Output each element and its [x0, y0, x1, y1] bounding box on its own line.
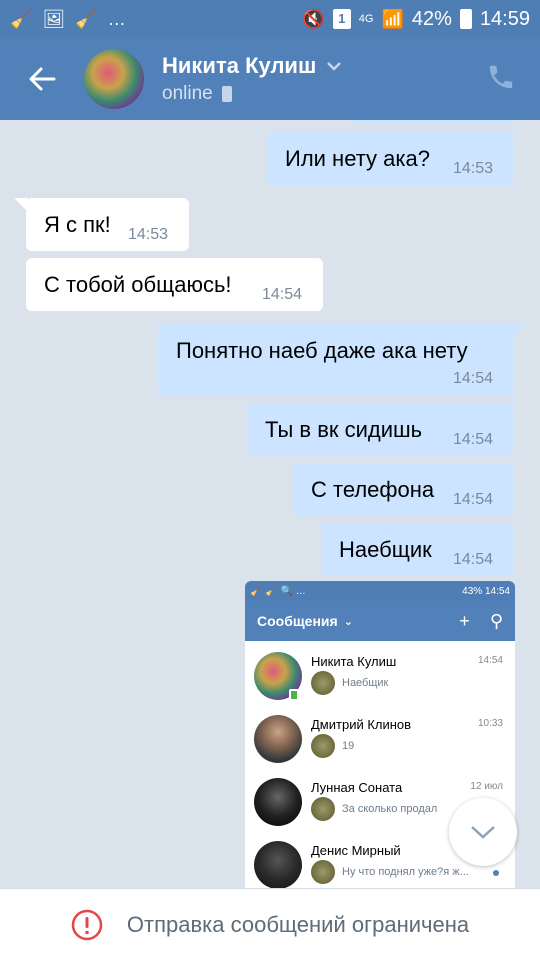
- scroll-down-button[interactable]: [449, 798, 517, 866]
- cleaner-icon-2: 🧹: [75, 9, 98, 29]
- contact-avatar[interactable]: [84, 49, 144, 109]
- chevron-down-icon: [471, 826, 495, 839]
- online-mobile-icon: [289, 689, 299, 701]
- sender-avatar: [311, 734, 335, 758]
- message-time: 14:54: [453, 370, 494, 387]
- attachment-battery: 43%: [462, 585, 483, 597]
- conversation-preview: 19: [342, 740, 355, 752]
- avatar: [254, 715, 302, 763]
- back-button[interactable]: [0, 38, 84, 120]
- conversation-preview: Ну что поднял уже?я ж...: [342, 866, 469, 878]
- message-time: 14:54: [262, 286, 303, 303]
- more-notifications-icon: …: [107, 9, 126, 29]
- restriction-banner: Отправка сообщений ограничена: [0, 888, 540, 960]
- message-bubble-partial[interactable]: [352, 120, 514, 124]
- message-text: С тобой общаюсь!: [44, 272, 232, 297]
- message-time: 14:54: [453, 551, 494, 568]
- conversation-time: 12 июл: [470, 781, 503, 792]
- avatar: [254, 778, 302, 826]
- message-text: Наебщик: [339, 537, 432, 562]
- conversation-preview: За сколько продал: [342, 803, 438, 815]
- message-bubble[interactable]: Или нету ака? 14:53: [267, 132, 514, 185]
- sender-avatar: [311, 671, 335, 695]
- clock: 14:59: [479, 7, 530, 30]
- message-bubble[interactable]: С телефона 14:54: [293, 463, 514, 516]
- attachment-clock: 14:54: [484, 585, 510, 597]
- bubble-tail: [14, 198, 28, 212]
- cleaner-icon: 🧹: [10, 9, 33, 29]
- arrow-left-icon: [29, 67, 56, 91]
- message-text: Я с пк!: [44, 212, 111, 237]
- chevron-down-icon: ⌄: [343, 615, 353, 628]
- conversation-name: Лунная Соната: [311, 780, 403, 795]
- attachment-notification-icons: 🧹 🧹 🔍 …: [250, 585, 306, 597]
- chevron-down-icon: [327, 62, 342, 71]
- battery-icon: [459, 9, 472, 29]
- message-bubble[interactable]: Ты в вк сидишь 14:54: [247, 403, 514, 456]
- message-list[interactable]: Или нету ака? 14:53 Я с пк! 14:53 С тобо…: [0, 120, 540, 888]
- mobile-icon: [221, 86, 232, 102]
- message-text: Или нету ака?: [285, 146, 430, 171]
- call-button[interactable]: [486, 62, 516, 97]
- search-icon: ⚲: [489, 610, 503, 631]
- conversation-preview: Наебщик: [342, 677, 389, 689]
- sender-avatar: [311, 860, 335, 884]
- message-bubble[interactable]: Я с пк! 14:53: [14, 198, 189, 251]
- message-bubble[interactable]: Понятно наеб даже ака нету 14:54: [158, 324, 526, 396]
- contact-info[interactable]: Никита Кулиш online: [162, 53, 342, 105]
- plus-icon: +: [459, 610, 470, 631]
- conversation-name: Никита Кулиш: [311, 654, 397, 669]
- sender-avatar: [311, 797, 335, 821]
- conversation-time: 14:54: [477, 655, 503, 666]
- message-time: 14:53: [453, 160, 494, 177]
- network-type: 4G: [358, 13, 374, 25]
- message-time: 14:53: [128, 226, 169, 243]
- attachment-header: Сообщения ⌄ + ⚲: [245, 601, 515, 641]
- contact-name: Никита Кулиш: [162, 53, 317, 78]
- message-time: 14:54: [453, 431, 494, 448]
- conversation-item: Никита Кулиш 14:54 Наебщик: [245, 645, 515, 708]
- contact-status: online: [162, 83, 213, 104]
- unread-dot: [493, 870, 499, 876]
- message-bubble[interactable]: Наебщик 14:54: [321, 523, 514, 576]
- phone-icon: [489, 65, 513, 89]
- message-time: 14:54: [453, 491, 494, 508]
- attachment-title: Сообщения: [257, 613, 338, 629]
- mute-icon: 🔇: [302, 9, 325, 29]
- signal-icon: 📶: [381, 9, 404, 29]
- message-text: Ты в вк сидишь: [265, 417, 423, 442]
- message-bubble[interactable]: С тобой общаюсь! 14:54: [26, 258, 323, 311]
- conversation-name: Денис Мирный: [311, 843, 401, 858]
- conversation-item: Дмитрий Клинов 10:33 19: [245, 708, 515, 771]
- attachment-status-bar: 🧹 🧹 🔍 … 43% 14:54: [245, 581, 515, 601]
- conversation-name: Дмитрий Клинов: [311, 717, 412, 732]
- battery-percent: 42%: [411, 7, 452, 30]
- avatar: [254, 841, 302, 888]
- gallery-icon: 🖼: [42, 9, 66, 29]
- message-text: Понятно наеб даже ака нету: [176, 338, 468, 363]
- status-bar: 🧹 🖼 🧹 … 🔇 1 4G 📶 42% 14:59: [0, 0, 540, 38]
- warning-icon: [71, 909, 103, 940]
- chat-header: Никита Кулиш online: [0, 38, 540, 120]
- restriction-text: Отправка сообщений ограничена: [126, 911, 470, 937]
- conversation-time: 10:33: [477, 718, 503, 729]
- bubble-tail: [512, 324, 526, 338]
- message-text: С телефона: [311, 477, 435, 502]
- sim-icon: 1: [332, 9, 351, 29]
